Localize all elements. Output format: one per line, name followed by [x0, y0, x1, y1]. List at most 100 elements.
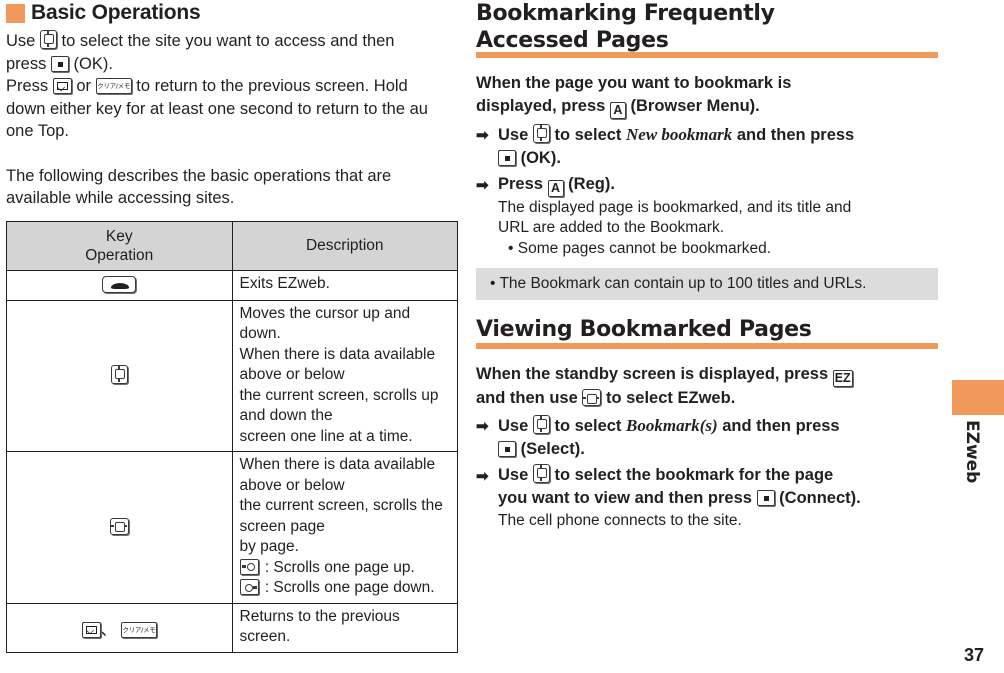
- table-row: Moves the cursor up and down. When there…: [6, 299, 458, 452]
- clear-memo-key-icon: クリア/メモ: [95, 78, 132, 94]
- sub-item: : Scrolls one page up.: [239, 558, 452, 579]
- page-title: Basic Operations: [6, 2, 461, 24]
- step-text-b: to select the bookmark for the page: [554, 465, 834, 484]
- center-ok-key-icon: [498, 440, 516, 457]
- column-header-key-line1: Key: [105, 227, 133, 245]
- section1-lead: When the page you want to bookmark is di…: [476, 72, 938, 119]
- section-heading-line-2: Accessed Pages: [476, 28, 669, 53]
- intro-text-4: (OK).: [73, 54, 113, 73]
- second-para-line-2: available while accessing sites.: [6, 189, 235, 207]
- left-right-key-icon: [109, 517, 129, 535]
- sub-item: : Scrolls one page down.: [239, 578, 452, 599]
- up-down-key-icon: [532, 414, 550, 434]
- desc-line: screen one line at a time.: [239, 427, 413, 445]
- edge-tab-label: EZweb: [962, 420, 982, 484]
- row-description-cell: Exits EZweb.: [231, 269, 458, 301]
- left-right-key-icon: [582, 389, 602, 406]
- browser-menu-key-icon: A: [609, 101, 626, 119]
- intro-text-1: Use: [6, 32, 36, 50]
- end-call-key-icon: [102, 275, 137, 293]
- column-header-key-operation: Key Operation: [6, 220, 233, 271]
- reg-key-icon: A: [547, 179, 564, 197]
- intro-text-7: down either key for at least one second …: [6, 99, 428, 118]
- table-body: Exits EZweb. Moves the cursor up and dow…: [6, 269, 458, 653]
- lead-line-1: When the page you want to bookmark is: [476, 74, 792, 92]
- step-text-c: and then press: [736, 125, 855, 144]
- lead-line-italic: EZweb: [677, 389, 731, 407]
- right-column: Bookmarking Frequently Accessed Pages Wh…: [476, 0, 938, 531]
- center-ok-key-icon: [756, 489, 775, 506]
- page-down-key-icon: [239, 579, 259, 595]
- lead-line-2a: and then use: [476, 389, 578, 407]
- up-down-key-icon: [110, 365, 128, 385]
- step-text-italic: New bookmark: [626, 124, 733, 144]
- intro-text-or: or: [76, 77, 92, 95]
- step-text-a: Press: [498, 174, 543, 193]
- row-key-cell: [6, 299, 233, 452]
- desc-line: Moves the cursor up and down.: [239, 304, 411, 343]
- orange-square-icon: [6, 3, 25, 23]
- note-line: The displayed page is bookmarked, and it…: [498, 198, 852, 216]
- key-separator: 、: [100, 621, 117, 639]
- step-text-b: to select: [554, 416, 622, 435]
- step-text-c: you want to view and then press: [498, 488, 752, 507]
- desc-line: When there is data available above or be…: [239, 456, 436, 494]
- intro-paragraph: Use to select the site you want to acces…: [6, 30, 461, 143]
- edge-tab-marker: [952, 380, 1004, 415]
- step-item: ➡ Use to select New bookmark and then pr…: [476, 123, 938, 170]
- row-key-cell: 、 クリア/メモ: [6, 602, 233, 653]
- page-title-text: Basic Operations: [31, 1, 201, 24]
- column-header-key-line2: Operation: [85, 246, 154, 264]
- step-text-a: Use: [498, 416, 529, 435]
- step-text-a: Use: [498, 465, 529, 484]
- lead-line-1a: When the standby screen is displayed, pr…: [476, 365, 829, 383]
- note-line: URL are added to the Bookmark.: [498, 219, 725, 236]
- step-text-b: to select: [554, 125, 622, 144]
- row-description-cell: Returns to the previous screen.: [231, 602, 458, 653]
- desc-line: the current screen, scrolls the screen p…: [239, 497, 443, 535]
- step-item: ➡ Press A (Reg).: [476, 173, 938, 197]
- step-text-d: (Connect).: [779, 488, 861, 507]
- table-header-row: Key Operation Description: [6, 220, 458, 271]
- step-text-italic: Bookmark(s): [626, 415, 718, 435]
- step-item: ➡ Use to select Bookmark(s) and then pre…: [476, 414, 938, 461]
- lead-line-2b: to select: [605, 389, 673, 407]
- lead-line-2a: displayed, press: [476, 96, 606, 115]
- step-note: The displayed page is bookmarked, and it…: [498, 198, 938, 239]
- left-column: Basic Operations Use to select the site …: [6, 0, 461, 653]
- intro-text-5: Press: [6, 77, 49, 95]
- note-box: • The Bookmark can contain up to 100 tit…: [476, 268, 938, 300]
- mail-key-icon: [81, 621, 101, 638]
- table-row: Exits EZweb.: [6, 269, 458, 301]
- desc-line: by page.: [239, 538, 299, 555]
- section2-lead: When the standby screen is displayed, pr…: [476, 363, 938, 410]
- section-heading-bookmarking: Bookmarking Frequently Accessed Pages: [476, 0, 938, 54]
- clear-memo-key-icon: クリア/メモ: [120, 621, 157, 638]
- section-heading-line-1: Bookmarking Frequently: [476, 1, 775, 26]
- step-note: The cell phone connects to the site.: [498, 511, 742, 529]
- page-up-key-icon: [239, 558, 259, 575]
- row-description-cell: Moves the cursor up and down. When there…: [231, 299, 458, 452]
- center-ok-key-icon: [50, 55, 69, 72]
- arrow-icon: ➡: [476, 467, 489, 485]
- desc-line: When there is data available above or be…: [239, 345, 436, 384]
- second-para-line-1: The following describes the basic operat…: [6, 166, 392, 185]
- manual-page: Basic Operations Use to select the site …: [0, 0, 1004, 673]
- row-key-cell: [6, 269, 233, 301]
- step-text-d: (OK).: [520, 148, 561, 167]
- intro-text-8: one Top.: [6, 122, 70, 140]
- second-paragraph: The following describes the basic operat…: [6, 165, 461, 210]
- lead-line-2b: (Browser Menu).: [630, 96, 760, 115]
- ez-key-icon: EZ: [832, 370, 853, 387]
- up-down-key-icon: [39, 30, 57, 49]
- arrow-icon: ➡: [476, 417, 489, 435]
- table-row: 、 クリア/メモ Returns to the previous screen.: [6, 602, 458, 653]
- intro-text-3: press: [6, 54, 47, 73]
- intro-text-2: to select the site you want to access an…: [61, 32, 395, 50]
- table-head: Key Operation Description: [6, 220, 458, 271]
- up-down-key-icon: [532, 123, 550, 143]
- sub-item-text: : Scrolls one page down.: [264, 579, 435, 596]
- row-key-cell: [6, 451, 233, 604]
- step-text-b: (Reg).: [568, 174, 615, 193]
- sub-item-text: : Scrolls one page up.: [264, 558, 415, 576]
